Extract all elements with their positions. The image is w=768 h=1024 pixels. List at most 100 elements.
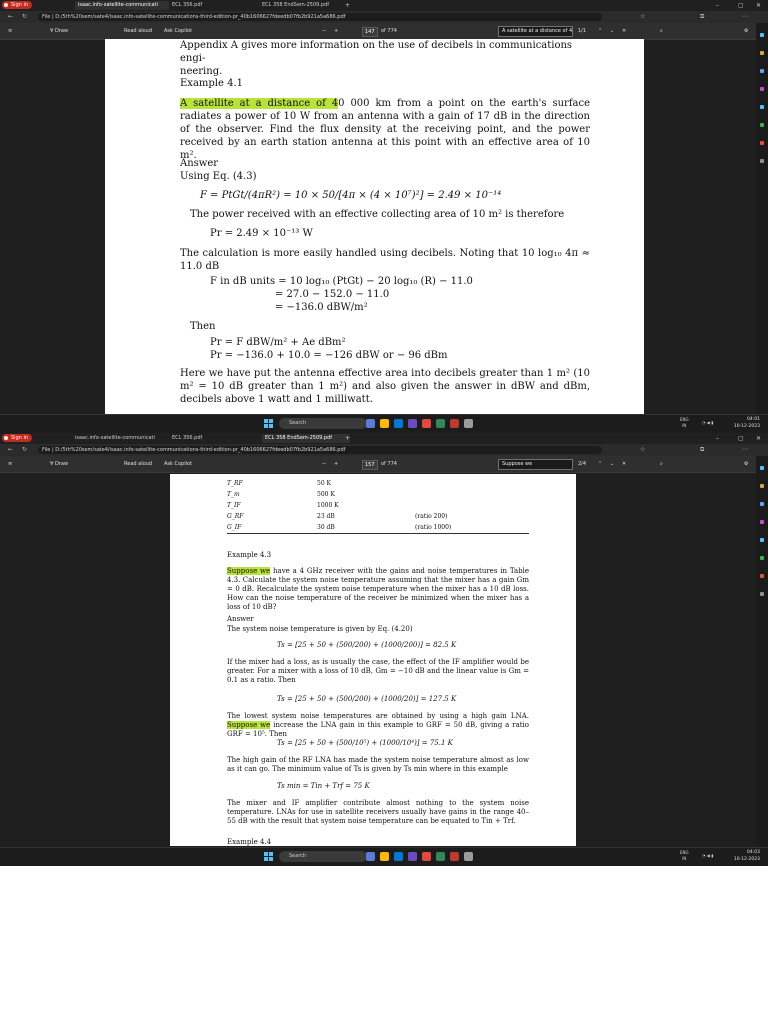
extensions-icon[interactable]: ⧉ (700, 13, 704, 21)
find-close-icon[interactable]: ✕ (622, 27, 626, 35)
edge-icon[interactable] (436, 852, 445, 861)
sign-in-button[interactable]: Sign in (2, 434, 33, 442)
settings-icon[interactable]: ⚙ (744, 460, 748, 468)
zoom-out-icon[interactable]: − (322, 27, 326, 35)
back-icon[interactable]: ← (8, 446, 13, 454)
settings-icon[interactable]: ⚙ (744, 27, 748, 35)
address-input[interactable]: File | D:/5th%20sem/sate4/isaac.info-sat… (38, 13, 602, 21)
find-next-icon[interactable]: ⌄ (610, 460, 614, 468)
address-input[interactable]: File | D:/5th%20sem/sate4/isaac.info-sat… (38, 446, 602, 454)
read-aloud-button[interactable]: Read aloud (124, 27, 152, 35)
office-icon[interactable] (760, 141, 764, 145)
chrome-icon[interactable] (422, 852, 431, 861)
tab-ecl356[interactable]: ECL 356.pdf (172, 1, 247, 10)
maximize-button[interactable]: ▢ (738, 434, 744, 443)
store-icon[interactable] (394, 852, 403, 861)
tab-ecl358[interactable]: ECL 358 EndSem-2509.pdf (262, 1, 344, 10)
close-window-button[interactable]: ✕ (756, 1, 761, 10)
back-icon[interactable]: ← (8, 13, 13, 21)
ask-copilot-button[interactable]: Ask Copilot (164, 460, 192, 468)
pdf-app-icon[interactable] (450, 419, 459, 428)
screenshot-1: Sign in isaac.info-satellite-communicati… (0, 0, 768, 433)
find-input[interactable]: A satellite at a distance of 4 (498, 26, 573, 37)
add-icon[interactable] (760, 592, 764, 596)
add-icon[interactable] (760, 159, 764, 163)
office-icon[interactable] (760, 574, 764, 578)
language-indicator[interactable]: ENG IN (680, 417, 689, 429)
draw-button[interactable]: ∀ Draw (50, 27, 68, 35)
extensions-icon[interactable]: ⧉ (700, 446, 704, 454)
tools-icon[interactable] (760, 502, 764, 506)
games-icon[interactable] (760, 87, 764, 91)
minimize-button[interactable]: – (716, 434, 719, 443)
games-icon[interactable] (760, 520, 764, 524)
tools-icon[interactable] (760, 69, 764, 73)
contents-icon[interactable]: ≡ (8, 460, 12, 468)
find-prev-icon[interactable]: ⌃ (598, 27, 602, 35)
wifi-icon[interactable]: ◔ ◀ ▮ (702, 420, 713, 426)
task-view-icon[interactable] (366, 419, 375, 428)
tab-ecl356[interactable]: ECL 356.pdf (172, 434, 247, 443)
edge-icon[interactable] (436, 419, 445, 428)
more-menu-icon[interactable]: ⋯ (742, 446, 748, 454)
refresh-icon[interactable]: ↻ (22, 446, 27, 454)
more-menu-icon[interactable]: ⋯ (742, 13, 748, 21)
app-icon[interactable] (408, 852, 417, 861)
refresh-icon[interactable]: ↻ (22, 13, 27, 21)
settings-app-icon[interactable] (464, 419, 473, 428)
read-aloud-button[interactable]: Read aloud (124, 460, 152, 468)
windows-start-icon[interactable] (264, 852, 273, 861)
sign-in-button[interactable]: Sign in (2, 1, 33, 9)
favorites-icon[interactable]: ☆ (640, 446, 645, 454)
high-gain-text: The high gain of the RF LNA has made the… (227, 756, 529, 773)
page-number-input[interactable]: 147 (362, 27, 378, 37)
settings-app-icon[interactable] (464, 852, 473, 861)
zoom-in-icon[interactable]: + (334, 460, 338, 468)
drop-icon[interactable] (760, 556, 764, 560)
pdf-app-icon[interactable] (450, 852, 459, 861)
new-tab-button[interactable]: + (345, 1, 350, 10)
clock[interactable]: 04:03 10-12-2023 (734, 849, 760, 863)
drop-icon[interactable] (760, 123, 764, 127)
ask-copilot-button[interactable]: Ask Copilot (164, 27, 192, 35)
search-sidebar-icon[interactable] (760, 33, 764, 37)
taskbar-search[interactable]: Search (279, 851, 367, 862)
store-icon[interactable] (394, 419, 403, 428)
language-indicator[interactable]: ENG IN (680, 850, 689, 862)
find-prev-icon[interactable]: ⌃ (598, 460, 602, 468)
file-explorer-icon[interactable] (380, 419, 389, 428)
wifi-icon[interactable]: ◔ ◀ ▮ (702, 853, 713, 859)
page-number-input[interactable]: 157 (362, 460, 378, 470)
outlook-icon[interactable] (760, 538, 764, 542)
new-tab-button[interactable]: + (345, 434, 350, 443)
find-input[interactable]: Suppose we (498, 459, 573, 470)
zoom-out-icon[interactable]: − (322, 460, 326, 468)
tab-satellite-book[interactable]: isaac.info-satellite-communicati (75, 434, 163, 443)
clock[interactable]: 04:01 10-12-2023 (734, 416, 760, 430)
chrome-icon[interactable] (422, 419, 431, 428)
zoom-in-icon[interactable]: + (334, 27, 338, 35)
find-close-icon[interactable]: ✕ (622, 460, 626, 468)
table-row: G_RF 23 dB (ratio 200) (227, 513, 448, 520)
task-view-icon[interactable] (366, 852, 375, 861)
draw-button[interactable]: ∀ Draw (50, 460, 68, 468)
shopping-icon[interactable] (760, 51, 764, 55)
file-explorer-icon[interactable] (380, 852, 389, 861)
app-icon[interactable] (408, 419, 417, 428)
contents-icon[interactable]: ≡ (8, 27, 12, 35)
close-window-button[interactable]: ✕ (756, 434, 761, 443)
tab-bar: Sign in isaac.info-satellite-communicati… (0, 0, 768, 11)
search-icon[interactable]: ⌕ (660, 460, 663, 468)
minimize-button[interactable]: – (716, 1, 719, 10)
search-sidebar-icon[interactable] (760, 466, 764, 470)
tab-satellite-book[interactable]: isaac.info-satellite-communicati (75, 1, 169, 10)
favorites-icon[interactable]: ☆ (640, 13, 645, 21)
shopping-icon[interactable] (760, 484, 764, 488)
find-next-icon[interactable]: ⌄ (610, 27, 614, 35)
windows-start-icon[interactable] (264, 419, 273, 428)
search-icon[interactable]: ⌕ (660, 27, 663, 35)
taskbar-search[interactable]: Search (279, 418, 367, 429)
tab-ecl358[interactable]: ECL 358 EndSem-2509.pdf (262, 434, 350, 443)
maximize-button[interactable]: ▢ (738, 1, 744, 10)
outlook-icon[interactable] (760, 105, 764, 109)
